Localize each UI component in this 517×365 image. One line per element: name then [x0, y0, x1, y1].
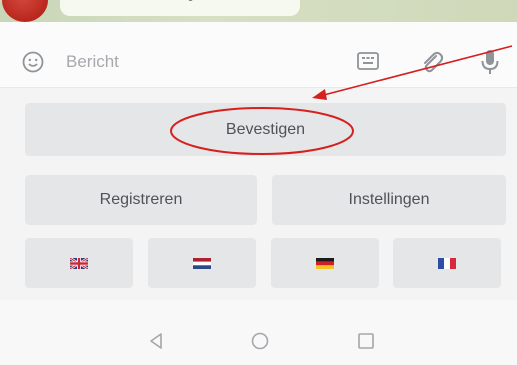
- back-icon[interactable]: [148, 332, 164, 350]
- language-german-button[interactable]: [271, 238, 379, 288]
- message-input[interactable]: [66, 51, 286, 73]
- chat-background: [0, 0, 517, 22]
- germany-flag-icon: [316, 257, 334, 269]
- message-dot: [188, 0, 193, 1]
- bot-keyboard-icon[interactable]: [356, 51, 380, 73]
- bot-reply-keyboard: Bevestigen Registreren Instellingen: [0, 88, 517, 300]
- paperclip-icon[interactable]: [418, 48, 444, 76]
- settings-button[interactable]: Instellingen: [272, 175, 506, 225]
- language-french-button[interactable]: [393, 238, 501, 288]
- france-flag-icon: [438, 257, 456, 269]
- avatar[interactable]: [2, 0, 48, 22]
- register-button[interactable]: Registreren: [25, 175, 257, 225]
- confirm-button[interactable]: Bevestigen: [25, 103, 506, 156]
- language-english-button[interactable]: [25, 238, 133, 288]
- uk-flag-icon: [70, 257, 88, 269]
- previous-message-bubble: [60, 0, 300, 16]
- message-composer: [0, 22, 517, 88]
- home-icon[interactable]: [250, 331, 270, 351]
- netherlands-flag-icon: [193, 257, 211, 269]
- language-dutch-button[interactable]: [148, 238, 256, 288]
- recent-apps-icon[interactable]: [357, 332, 375, 350]
- microphone-icon[interactable]: [480, 48, 500, 76]
- navigation-bar: [0, 300, 517, 365]
- smiley-icon[interactable]: [22, 51, 44, 73]
